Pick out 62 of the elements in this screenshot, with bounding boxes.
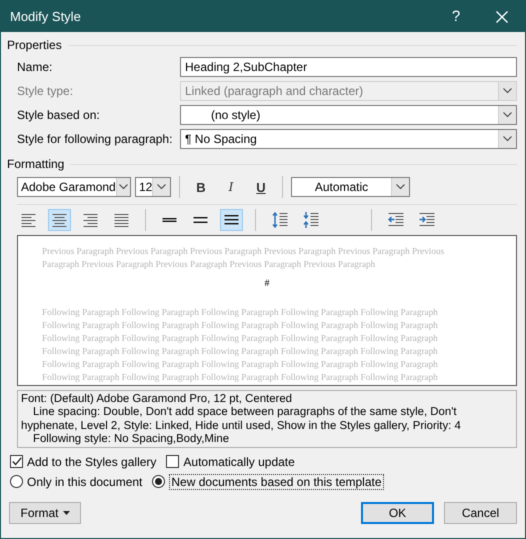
preview-text: Following Paragraph Following Paragraph Following Paragraph Following Paragraph Following Paragraph <box>42 358 439 371</box>
checkmark-icon <box>12 457 22 466</box>
chevron-down-icon <box>503 112 512 118</box>
description-text: hyphenate, Level 2, Style: Linked, Hide until used, Show in the Styles gallery, Priority: 4 <box>21 420 462 433</box>
ok-button[interactable]: OK <box>361 502 434 524</box>
one-half-spacing-icon <box>192 217 208 223</box>
spacing-increase-icon <box>272 212 288 228</box>
checkbox[interactable] <box>10 455 23 468</box>
indent-decrease-icon <box>388 212 404 228</box>
size-dropdown[interactable]: 12 <box>135 177 171 197</box>
chevron-down-icon <box>503 136 512 142</box>
align-left-icon <box>20 212 36 228</box>
preview-text: Paragraph Previous Paragraph Previous Paragraph Previous Paragraph Previous Paragraph <box>42 258 376 271</box>
checkbox-option[interactable]: Add to the Styles gallery <box>8 454 158 470</box>
window-title: Modify Style <box>9 9 82 24</box>
radio-button[interactable] <box>152 475 166 488</box>
field-label: Name: <box>17 60 54 74</box>
style-dropdown[interactable]: (no style) <box>180 105 517 125</box>
close-icon <box>496 10 508 22</box>
description-text: Font: (Default) Adobe Garamond Pro, 12 pt, Centered <box>21 393 293 406</box>
chevron-down-icon <box>503 88 512 94</box>
underline-button[interactable]: U <box>248 176 274 198</box>
align-right-icon <box>82 212 98 228</box>
sample-text: # <box>264 277 270 290</box>
cancel-button[interactable]: Cancel <box>444 502 517 524</box>
field-label: Style for following paragraph: <box>17 132 174 146</box>
help-button[interactable]: ? <box>433 1 479 32</box>
preview-text: Following Paragraph Following Paragraph Following Paragraph Following Paragraph Following Paragraph <box>42 345 439 358</box>
double-spacing-icon <box>224 215 240 225</box>
preview-text: Following Paragraph Following Paragraph Following Paragraph Following Paragraph Following Paragraph <box>42 319 439 332</box>
bold-button[interactable]: B <box>188 176 214 198</box>
double-spacing-button[interactable] <box>220 209 243 231</box>
indent-increase-icon <box>418 212 434 228</box>
group-heading: Formatting <box>7 157 64 171</box>
format-button[interactable]: Format <box>9 502 81 524</box>
italic-button[interactable]: I <box>218 176 244 198</box>
field-label: Style type: <box>17 84 74 98</box>
align-center-button[interactable] <box>48 209 71 231</box>
group-heading: Properties <box>7 38 62 52</box>
style-dropdown[interactable]: ¶ No Spacing <box>180 129 517 149</box>
description-text: Following style: No Spacing,Body,Mine <box>32 432 230 446</box>
radio-option[interactable]: Only in this document <box>8 474 144 490</box>
font-dropdown[interactable]: Adobe Garamond <box>17 177 131 197</box>
chevron-down-icon <box>157 184 166 190</box>
spacing-decrease-icon <box>302 212 318 228</box>
field-label: Style based on: <box>17 108 101 122</box>
checkbox[interactable] <box>166 455 180 468</box>
chevron-down-icon <box>396 184 405 190</box>
color-dropdown[interactable]: Automatic <box>291 177 410 197</box>
chevron-down-icon <box>118 184 128 190</box>
caret-icon <box>62 511 70 515</box>
radio-button[interactable] <box>10 475 23 488</box>
name-field[interactable]: Heading 2,SubChapter <box>180 57 517 77</box>
preview-text: Following Paragraph Following Paragraph Following Paragraph Following Paragraph Following Paragraph <box>42 371 439 384</box>
justify-icon <box>114 212 130 228</box>
description-text: Line spacing: Double, Don't add space between paragraphs of the same style, Don't <box>32 406 458 420</box>
preview-text: Previous Paragraph Previous Paragraph Previous Paragraph Previous Paragraph Previous Paragraph Previous <box>42 245 446 258</box>
single-spacing-icon <box>162 218 178 222</box>
checkbox-option[interactable]: Automatically update <box>164 454 297 470</box>
align-center-icon <box>52 212 68 228</box>
preview-text: Following Paragraph Following Paragraph Following Paragraph Following Paragraph Following Paragraph <box>42 332 439 345</box>
preview-text: Following Paragraph Following Paragraph Following Paragraph Following Paragraph Following Paragraph <box>42 306 439 319</box>
